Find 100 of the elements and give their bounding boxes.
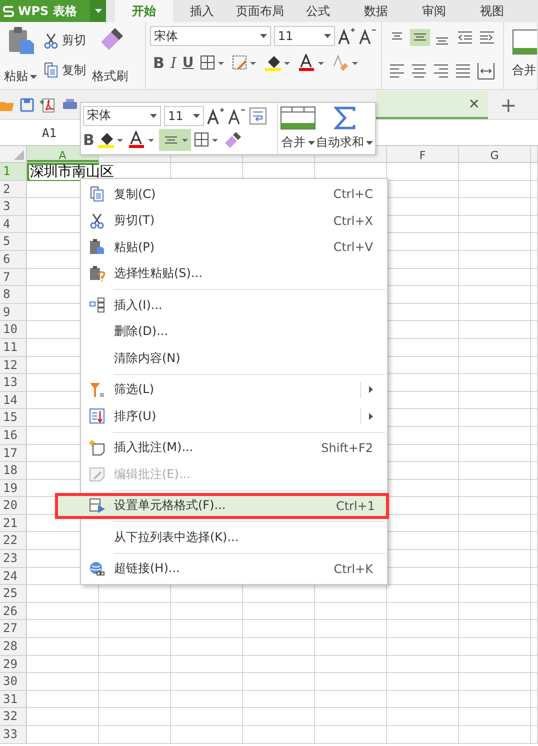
ribbon-tab[interactable]: 视图: [463, 0, 521, 22]
row-header[interactable]: 7: [0, 268, 27, 286]
row-header[interactable]: 11: [0, 338, 27, 357]
decrease-font-icon[interactable]: [359, 27, 377, 45]
align-center-icon[interactable]: [159, 129, 192, 152]
ribbon-tab[interactable]: 数据: [347, 0, 405, 22]
font-name-dropdown[interactable]: 宋体: [150, 26, 271, 46]
pdf-export-icon[interactable]: [40, 96, 56, 112]
row-header[interactable]: 4: [0, 216, 27, 234]
format-painter-button[interactable]: 格式刷: [92, 68, 128, 85]
row-header[interactable]: 10: [0, 321, 27, 339]
row-header[interactable]: 9: [0, 304, 27, 322]
font-color-icon[interactable]: [128, 131, 156, 150]
row-header[interactable]: 13: [0, 374, 27, 392]
menu-item[interactable]: 清除内容(N): [81, 345, 387, 372]
font-color-icon[interactable]: [298, 54, 326, 72]
row-header[interactable]: 14: [0, 392, 27, 410]
row-header[interactable]: 12: [0, 356, 27, 374]
name-box[interactable]: A1: [42, 126, 56, 140]
table-cell: [459, 304, 531, 322]
row-header[interactable]: 16: [0, 426, 27, 444]
row-header[interactable]: 20: [0, 497, 27, 515]
new-tab-button[interactable]: +: [500, 92, 517, 116]
merge-button[interactable]: 合并: [512, 62, 536, 79]
ribbon-tab[interactable]: 审阅: [405, 0, 463, 22]
menu-item[interactable]: 筛选(L): [81, 376, 387, 403]
font-size-dropdown[interactable]: 11: [274, 26, 336, 46]
wrap-text-icon[interactable]: [249, 106, 267, 125]
close-tab-button[interactable]: ×: [468, 96, 480, 112]
row-header[interactable]: 32: [0, 708, 27, 726]
italic-button[interactable]: I: [170, 54, 176, 72]
merge-button[interactable]: 合并: [282, 134, 314, 151]
row-header[interactable]: 8: [0, 286, 27, 304]
menu-item[interactable]: 删除(D)...: [81, 318, 387, 345]
table-cell: [315, 690, 387, 708]
row-header[interactable]: 3: [0, 198, 27, 216]
table-cell: [171, 690, 243, 708]
increase-font-icon[interactable]: [207, 106, 225, 125]
menu-item[interactable]: 插入(I)...: [81, 292, 387, 318]
paste-button[interactable]: 粘贴: [4, 68, 37, 85]
borders-icon[interactable]: [194, 132, 220, 148]
row-header[interactable]: 21: [0, 514, 27, 532]
row-header[interactable]: 18: [0, 462, 27, 480]
menu-item[interactable]: 超链接(H)... Ctrl+K: [81, 556, 387, 582]
menu-item[interactable]: 剪切(T) Ctrl+X: [81, 208, 387, 234]
row-header[interactable]: 22: [0, 532, 27, 550]
column-header[interactable]: F: [387, 146, 459, 162]
cell-style-icon[interactable]: [232, 55, 258, 71]
font-name-dropdown[interactable]: 宋体: [83, 106, 161, 126]
menu-item[interactable]: 从下拉列表中选择(K)...: [81, 524, 387, 550]
clear-format-icon[interactable]: [332, 54, 360, 72]
copy-button[interactable]: 复制: [43, 62, 86, 79]
menu-item[interactable]: 设置单元格格式(F)... Ctrl+1: [55, 492, 389, 519]
menu-item[interactable]: 粘贴(P) Ctrl+V: [81, 234, 387, 260]
bold-button[interactable]: B: [153, 54, 164, 72]
fill-color-icon[interactable]: [264, 54, 292, 72]
merge-cells-icon[interactable]: [280, 106, 316, 130]
row-header[interactable]: 19: [0, 480, 27, 498]
format-painter-icon[interactable]: [223, 131, 244, 150]
row-header[interactable]: 17: [0, 444, 27, 462]
row-header[interactable]: 26: [0, 602, 27, 620]
row-header[interactable]: 25: [0, 585, 27, 603]
row-header[interactable]: 27: [0, 620, 27, 638]
row-header[interactable]: 15: [0, 409, 27, 427]
row-header[interactable]: 23: [0, 550, 27, 568]
cut-button[interactable]: 剪切: [43, 32, 86, 50]
table-cell: [459, 638, 531, 656]
menu-item[interactable]: 复制(C) Ctrl+C: [81, 181, 387, 208]
ribbon-tab[interactable]: 插入: [173, 0, 231, 22]
decrease-font-icon[interactable]: [228, 106, 246, 125]
app-menu-button[interactable]: [90, 0, 106, 22]
row-header[interactable]: 28: [0, 638, 27, 656]
sum-icon[interactable]: [334, 106, 356, 130]
ribbon-tab[interactable]: 开始: [115, 0, 173, 22]
table-cell: [459, 690, 531, 708]
row-header[interactable]: 2: [0, 180, 27, 198]
save-icon[interactable]: [20, 98, 34, 112]
row-header[interactable]: 24: [0, 568, 27, 586]
new-comment-icon: [89, 440, 105, 456]
row-header[interactable]: 5: [0, 233, 27, 251]
underline-button[interactable]: U: [182, 55, 194, 71]
ribbon-tab[interactable]: 页面布局: [231, 0, 289, 22]
menu-item[interactable]: 插入批注(M)... Shift+F2: [81, 434, 387, 461]
borders-icon[interactable]: [200, 55, 226, 71]
row-header[interactable]: 33: [0, 726, 27, 744]
autosum-button[interactable]: 自动求和: [316, 134, 373, 151]
font-size-dropdown[interactable]: 11: [164, 106, 204, 126]
row-header[interactable]: 31: [0, 690, 27, 708]
increase-font-icon[interactable]: [338, 27, 356, 45]
document-tab[interactable]: ×: [376, 90, 488, 118]
table-cell: [27, 638, 99, 656]
ribbon-tab[interactable]: 公式: [289, 0, 347, 22]
menu-item[interactable]: 排序(U): [81, 403, 387, 430]
row-header[interactable]: 29: [0, 656, 27, 674]
row-header[interactable]: 30: [0, 673, 27, 691]
row-header[interactable]: 6: [0, 250, 27, 269]
fill-color-icon[interactable]: [97, 131, 126, 150]
menu-item[interactable]: 选择性粘贴(S)...: [81, 260, 387, 287]
print-icon[interactable]: [62, 98, 78, 112]
column-header[interactable]: G: [459, 146, 531, 162]
